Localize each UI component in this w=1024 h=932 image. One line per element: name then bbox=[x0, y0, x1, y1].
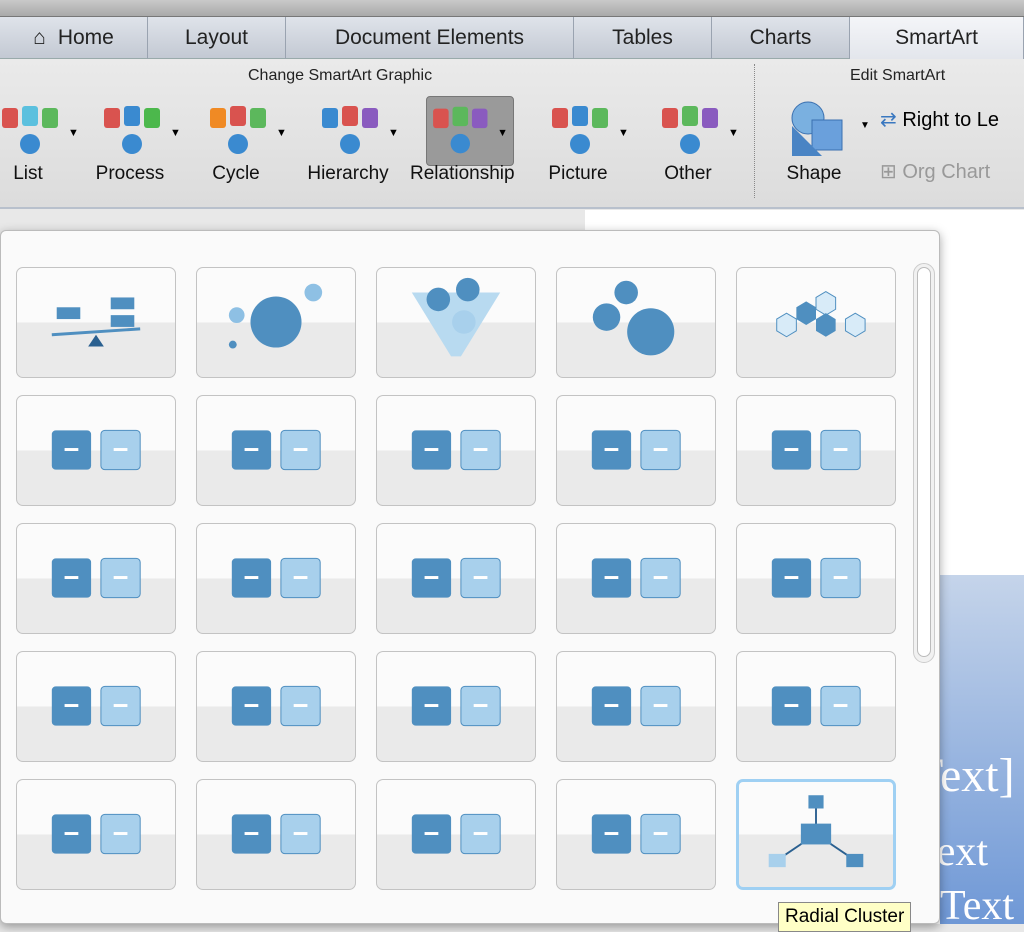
org-chart-button[interactable]: ⊞ Org Chart bbox=[880, 159, 990, 184]
smartart-cycle-button[interactable]: ▼ Cycle bbox=[188, 95, 287, 195]
smartart-layout-icon bbox=[231, 429, 321, 471]
toolbar bbox=[0, 0, 1024, 17]
gallery-tile[interactable] bbox=[16, 395, 176, 506]
gallery-tile[interactable] bbox=[376, 651, 536, 762]
swap-arrows-icon: ⇄ bbox=[880, 109, 903, 131]
smartart-layout-icon bbox=[591, 813, 681, 855]
doc-text-3[interactable]: Text bbox=[940, 882, 1014, 930]
smartart-layout-icon bbox=[228, 283, 323, 349]
gallery-tile[interactable] bbox=[376, 523, 536, 634]
smartart-layout-icon bbox=[776, 290, 866, 338]
gallery-tile[interactable] bbox=[196, 651, 356, 762]
gallery-scrollbar[interactable] bbox=[913, 263, 935, 663]
smartart-layout-icon bbox=[771, 685, 861, 727]
org-chart-icon: ⊞ bbox=[880, 161, 903, 183]
group-title-edit: Edit SmartArt bbox=[850, 67, 946, 84]
smartart-list-button[interactable]: ▼ List bbox=[0, 95, 79, 195]
smartart-layout-icon bbox=[771, 429, 861, 471]
gallery-tile[interactable] bbox=[196, 395, 356, 506]
svg-text:▼: ▼ bbox=[728, 127, 739, 139]
cycle-icon: ▼ bbox=[210, 106, 287, 154]
tab-home[interactable]: ⌂ Home bbox=[0, 17, 148, 59]
smartart-layout-icon bbox=[411, 429, 501, 471]
gallery-tile[interactable] bbox=[556, 267, 716, 378]
svg-text:▼: ▼ bbox=[618, 127, 629, 139]
gallery-tile[interactable] bbox=[736, 523, 896, 634]
gallery-tile[interactable] bbox=[556, 651, 716, 762]
tab-document-elements[interactable]: Document Elements bbox=[286, 17, 574, 59]
ribbon-tabs: ⌂ Home Layout Document Elements Tables Ch… bbox=[0, 17, 1024, 59]
smartart-layout-icon bbox=[51, 685, 141, 727]
smartart-picture-button[interactable]: ▼ Picture bbox=[530, 95, 629, 195]
smartart-layout-icon bbox=[592, 280, 675, 356]
smartart-layout-icon bbox=[51, 297, 141, 347]
ribbon: Change SmartArt Graphic Edit SmartArt ▼ L… bbox=[0, 59, 1024, 209]
tab-smartart[interactable]: SmartArt bbox=[850, 17, 1024, 59]
gallery-tile[interactable] bbox=[376, 779, 536, 890]
hierarchy-icon: ▼ bbox=[322, 106, 399, 154]
gallery-tile[interactable] bbox=[556, 779, 716, 890]
smartart-layout-icon bbox=[411, 557, 501, 599]
process-icon: ▼ bbox=[104, 106, 181, 154]
svg-text:▼: ▼ bbox=[388, 127, 399, 139]
smartart-layout-icon bbox=[231, 685, 321, 727]
gallery-tile[interactable] bbox=[16, 267, 176, 378]
gallery-tile[interactable] bbox=[736, 779, 896, 890]
right-to-left-button[interactable]: ⇄ Right to Le bbox=[880, 107, 999, 132]
home-icon: ⌂ bbox=[33, 26, 46, 49]
smartart-relationship-button[interactable]: ▼ Relationship bbox=[410, 95, 515, 195]
smartart-hierarchy-button[interactable]: ▼ Hierarchy bbox=[300, 95, 399, 195]
gallery-tile[interactable] bbox=[736, 267, 896, 378]
gallery-tile[interactable] bbox=[556, 395, 716, 506]
svg-text:▼: ▼ bbox=[68, 127, 79, 139]
shape-icon: ▼ bbox=[791, 101, 870, 156]
list-icon: ▼ bbox=[2, 106, 79, 154]
smartart-layout-icon bbox=[591, 557, 681, 599]
smartart-layout-icon bbox=[411, 813, 501, 855]
relationship-icon: ▼ bbox=[426, 96, 514, 166]
smartart-layout-icon bbox=[768, 795, 864, 868]
smartart-layout-icon bbox=[51, 429, 141, 471]
gallery-tile[interactable] bbox=[16, 779, 176, 890]
gallery-tile[interactable] bbox=[736, 651, 896, 762]
shape-button[interactable]: ▼ Shape bbox=[766, 95, 870, 195]
svg-text:▼: ▼ bbox=[170, 127, 181, 139]
gallery-tile[interactable] bbox=[196, 779, 356, 890]
gallery-tile[interactable] bbox=[196, 267, 356, 378]
gallery-tile[interactable] bbox=[556, 523, 716, 634]
other-icon: ▼ bbox=[662, 106, 739, 154]
svg-text:▼: ▼ bbox=[276, 127, 287, 139]
smartart-layout-icon bbox=[411, 685, 501, 727]
smartart-gallery bbox=[0, 230, 940, 924]
group-divider bbox=[754, 64, 755, 198]
tooltip: Radial Cluster bbox=[778, 902, 912, 932]
smartart-layout-icon bbox=[51, 813, 141, 855]
smartart-layout-icon bbox=[231, 557, 321, 599]
gallery-tile[interactable] bbox=[376, 267, 536, 378]
tab-tables[interactable]: Tables bbox=[574, 17, 712, 59]
smartart-process-button[interactable]: ▼ Process bbox=[82, 95, 181, 195]
svg-text:▼: ▼ bbox=[497, 127, 508, 139]
group-title-change: Change SmartArt Graphic bbox=[248, 67, 433, 84]
tab-charts[interactable]: Charts bbox=[712, 17, 850, 59]
tab-layout[interactable]: Layout bbox=[148, 17, 286, 59]
smartart-layout-icon bbox=[591, 685, 681, 727]
smartart-other-button[interactable]: ▼ Other bbox=[640, 95, 739, 195]
gallery-tile[interactable] bbox=[16, 523, 176, 634]
smartart-layout-icon bbox=[51, 557, 141, 599]
gallery-tile[interactable] bbox=[16, 651, 176, 762]
svg-text:▼: ▼ bbox=[860, 120, 870, 131]
scroll-thumb[interactable] bbox=[917, 267, 931, 657]
smartart-layout-icon bbox=[231, 813, 321, 855]
picture-icon: ▼ bbox=[552, 106, 629, 154]
smartart-layout-icon bbox=[411, 277, 501, 357]
gallery-tile[interactable] bbox=[376, 395, 536, 506]
smartart-layout-icon bbox=[771, 557, 861, 599]
smartart-layout-icon bbox=[591, 429, 681, 471]
gallery-tile[interactable] bbox=[196, 523, 356, 634]
gallery-tile[interactable] bbox=[736, 395, 896, 506]
